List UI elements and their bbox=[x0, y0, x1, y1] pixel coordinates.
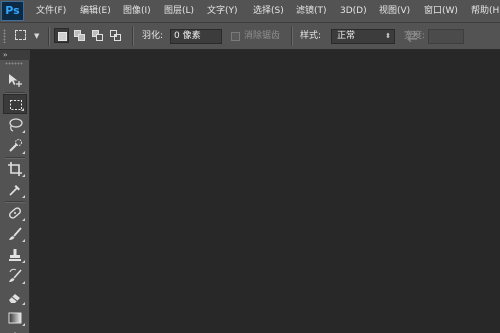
tool-spot-healing[interactable] bbox=[3, 203, 27, 223]
subtract-selection-icon bbox=[92, 30, 103, 41]
chevron-updown-icon: ⬍ bbox=[385, 32, 391, 40]
feather-input[interactable]: 0 像素 bbox=[170, 29, 222, 44]
brush-icon bbox=[9, 227, 22, 240]
more-tools-indicator bbox=[22, 218, 25, 221]
menu-filter[interactable]: 滤镜(T) bbox=[296, 0, 327, 23]
more-tools-indicator bbox=[22, 239, 25, 242]
more-tools-indicator bbox=[22, 323, 25, 326]
more-tools-indicator bbox=[22, 195, 25, 198]
menu-type[interactable]: 文字(Y) bbox=[207, 0, 238, 23]
menu-3d[interactable]: 3D(D) bbox=[340, 0, 367, 23]
move-icon bbox=[9, 74, 22, 87]
tool-eraser[interactable] bbox=[3, 287, 27, 307]
history-brush-icon bbox=[9, 268, 22, 282]
tool-history-brush[interactable] bbox=[3, 266, 27, 286]
antialias-checkbox[interactable] bbox=[231, 32, 240, 41]
more-tools-indicator bbox=[22, 302, 25, 305]
more-tools-indicator bbox=[22, 130, 25, 133]
feather-label: 羽化: bbox=[142, 31, 164, 41]
tool-crop[interactable] bbox=[3, 159, 27, 179]
menu-layer[interactable]: 图层(L) bbox=[164, 0, 194, 23]
menu-select[interactable]: 选择(S) bbox=[253, 0, 284, 23]
clone-stamp-icon bbox=[9, 249, 21, 261]
quick-selection-icon bbox=[9, 139, 22, 152]
more-tools-indicator bbox=[22, 281, 25, 284]
divider bbox=[48, 27, 50, 46]
eraser-icon bbox=[9, 294, 20, 303]
style-label: 样式: bbox=[300, 31, 322, 41]
divider bbox=[132, 27, 134, 46]
width-input[interactable] bbox=[428, 29, 464, 44]
tool-quick-selection[interactable] bbox=[3, 136, 27, 156]
tool-eyedropper[interactable] bbox=[3, 180, 27, 200]
tool-clone-stamp[interactable] bbox=[3, 245, 27, 265]
menu-view[interactable]: 视图(V) bbox=[379, 0, 410, 23]
gradient-icon bbox=[8, 312, 22, 324]
more-tools-indicator bbox=[21, 108, 24, 111]
tool-preset-picker[interactable]: ▼ bbox=[12, 28, 42, 44]
style-select-value: 正常 bbox=[337, 31, 356, 41]
add-selection-icon bbox=[74, 30, 85, 41]
divider bbox=[291, 27, 293, 46]
more-tools-indicator bbox=[22, 151, 25, 154]
document-workspace[interactable] bbox=[30, 50, 500, 333]
ps-logo: Ps bbox=[1, 1, 24, 21]
menu-window[interactable]: 窗口(W) bbox=[424, 0, 458, 23]
intersect-selection-icon bbox=[110, 30, 121, 41]
width-label: 宽度: bbox=[404, 31, 426, 41]
menu-help[interactable]: 帮助(H) bbox=[471, 0, 500, 23]
menu-bar: Ps 文件(F) 编辑(E) 图像(I) 图层(L) 文字(Y) 选择(S) 滤… bbox=[0, 0, 500, 23]
new-selection-icon bbox=[58, 32, 67, 41]
subtract-selection-button[interactable] bbox=[90, 28, 105, 43]
style-select[interactable]: 正常 ⬍ bbox=[331, 29, 395, 44]
tool-lasso[interactable] bbox=[3, 115, 27, 135]
more-tools-indicator bbox=[22, 174, 25, 177]
menu-image[interactable]: 图像(I) bbox=[123, 0, 151, 23]
menu-edit[interactable]: 编辑(E) bbox=[80, 0, 111, 23]
tool-move[interactable] bbox=[3, 70, 27, 90]
tool-gradient[interactable] bbox=[3, 308, 27, 328]
photoshop-window: Ps 文件(F) 编辑(E) 图像(I) 图层(L) 文字(Y) 选择(S) 滤… bbox=[0, 0, 500, 333]
options-bar: ▼ 羽化: 0 像素 消除锯齿 样式: 正常 ⬍ 宽度: bbox=[0, 23, 500, 50]
intersect-selection-button[interactable] bbox=[108, 28, 123, 43]
more-tools-indicator bbox=[22, 260, 25, 263]
spot-healing-icon bbox=[9, 207, 21, 219]
menu-file[interactable]: 文件(F) bbox=[36, 0, 66, 23]
tool-rect-marquee[interactable] bbox=[3, 94, 27, 114]
options-bar-grip[interactable] bbox=[3, 29, 6, 43]
collapse-panel-button[interactable]: ›› bbox=[0, 50, 30, 60]
tools-panel: ›› bbox=[0, 50, 30, 333]
tool-blur[interactable] bbox=[3, 329, 27, 333]
rect-marquee-icon bbox=[15, 30, 26, 40]
chevron-down-icon: ▼ bbox=[34, 32, 40, 40]
lasso-icon bbox=[9, 118, 23, 132]
antialias-label: 消除锯齿 bbox=[244, 31, 281, 41]
tool-brush[interactable] bbox=[3, 224, 27, 244]
new-selection-button[interactable] bbox=[54, 28, 69, 43]
add-selection-button[interactable] bbox=[72, 28, 87, 43]
crop-icon bbox=[8, 162, 22, 176]
eyedropper-icon bbox=[9, 185, 20, 196]
tools-panel-grip[interactable] bbox=[5, 62, 23, 65]
